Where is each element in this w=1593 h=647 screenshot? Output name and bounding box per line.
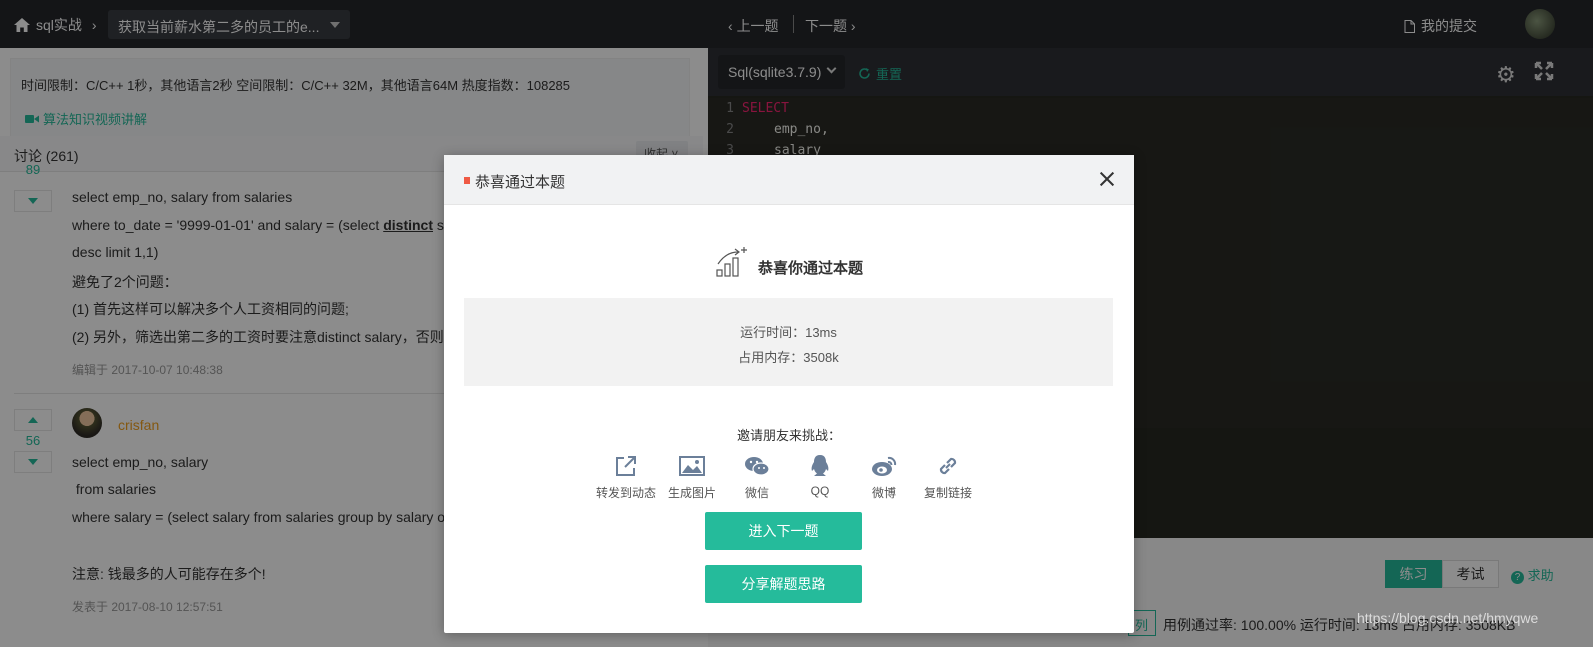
- qq-share-button[interactable]: QQ: [788, 452, 852, 498]
- invite-label: 邀请朋友来挑战：: [736, 428, 841, 443]
- wechat-share-button[interactable]: 微信: [725, 452, 789, 501]
- growth-chart-icon: [716, 246, 747, 277]
- weibo-icon: [852, 452, 916, 480]
- share-feed-button[interactable]: 转发到动态: [594, 452, 658, 501]
- share-external-icon: [594, 452, 658, 480]
- next-question-button[interactable]: 进入下一题: [705, 512, 862, 550]
- share-solution-button[interactable]: 分享解题思路: [705, 565, 862, 603]
- close-icon[interactable]: [1099, 171, 1115, 187]
- runtime-stat: 运行时间：13ms: [740, 325, 837, 340]
- share-label: 复制链接: [923, 486, 972, 500]
- share-label: 微信: [744, 486, 769, 500]
- share-label: 转发到动态: [595, 486, 656, 500]
- success-dialog: 恭喜通过本题 恭喜你通过本题 运行时间：13ms 占用内存：3508k 邀请朋友…: [444, 155, 1134, 633]
- share-label: 微博: [871, 486, 896, 500]
- image-icon: [660, 452, 724, 480]
- run-stats: 运行时间：13ms 占用内存：3508k: [464, 298, 1113, 386]
- share-label: 生成图片: [667, 486, 716, 500]
- share-label: QQ: [810, 484, 830, 498]
- watermark: https://blog.csdn.net/hmyqwe: [1357, 610, 1539, 626]
- dialog-title: 恭喜通过本题: [475, 174, 566, 191]
- title-marker: [464, 177, 470, 184]
- wechat-icon: [725, 452, 789, 480]
- weibo-share-button[interactable]: 微博: [852, 452, 916, 501]
- pass-heading: 恭喜你通过本题: [716, 245, 863, 278]
- link-icon: [916, 452, 980, 480]
- generate-image-button[interactable]: 生成图片: [660, 452, 724, 501]
- copy-link-button[interactable]: 复制链接: [916, 452, 980, 501]
- qq-icon: [788, 452, 852, 480]
- dialog-header: 恭喜通过本题: [444, 155, 1134, 205]
- pass-text: 恭喜你通过本题: [758, 260, 864, 277]
- memory-stat: 占用内存：3508k: [738, 350, 839, 365]
